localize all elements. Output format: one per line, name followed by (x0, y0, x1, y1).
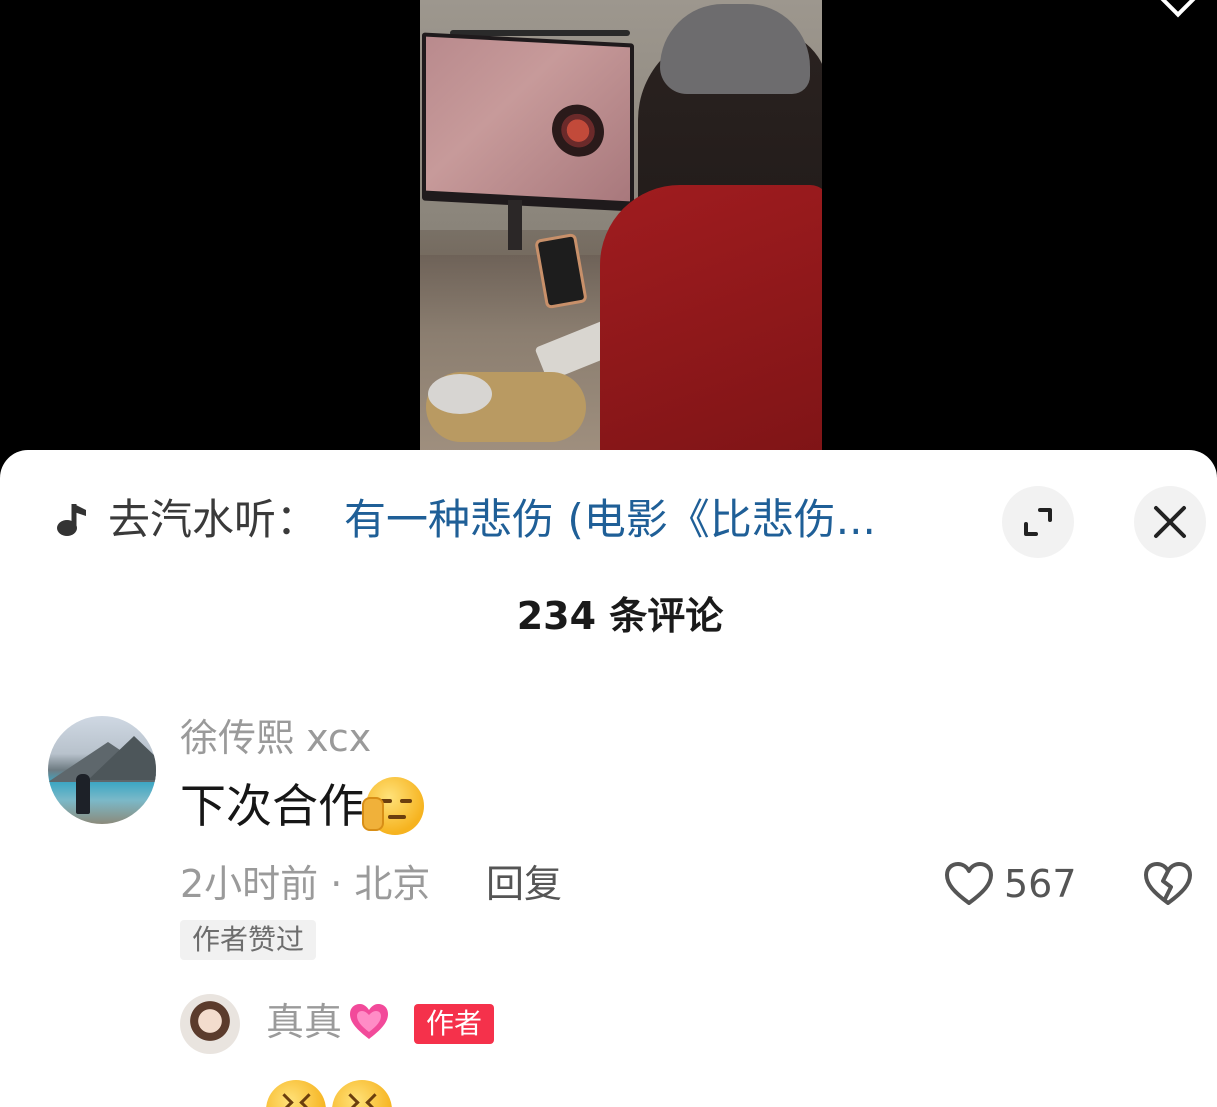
reply-emojis (266, 1080, 392, 1107)
laughing-emoji-icon (266, 1080, 326, 1107)
expand-icon (1024, 508, 1052, 536)
video-frame[interactable] (420, 0, 822, 452)
reply-username-row[interactable]: 真真 (266, 996, 390, 1048)
author-liked-tag: 作者赞过 (180, 920, 317, 960)
author-badge: 作者 (414, 1004, 495, 1044)
comment-text-content: 下次合作 (180, 779, 364, 833)
heart-icon (945, 862, 993, 905)
expand-button[interactable] (1002, 486, 1074, 558)
close-button[interactable] (1134, 486, 1206, 558)
comment-username[interactable]: 徐传熙 xcx (180, 712, 371, 764)
music-note-icon (57, 504, 86, 536)
reply-username: 真真 (266, 1000, 343, 1044)
video-mouse (428, 374, 492, 414)
video-monitor-stand (508, 200, 522, 250)
broken-heart-icon (1144, 862, 1192, 905)
comments-panel: 去汽水听： 有一种悲伤 (电影《比悲伤... 234 条评论 徐传熙 xcx 下… (0, 450, 1217, 1107)
collapse-chevron-icon[interactable] (1159, 0, 1197, 18)
like-count: 567 (1004, 862, 1077, 906)
close-icon (1154, 506, 1186, 538)
video-player[interactable] (0, 0, 1217, 460)
pink-heart-icon (350, 1004, 389, 1039)
music-prefix: 去汽水听： (108, 495, 319, 544)
music-link-row[interactable]: 去汽水听： 有一种悲伤 (电影《比悲伤... (0, 450, 1217, 590)
reply-avatar[interactable] (180, 994, 240, 1054)
video-person-shirt (600, 185, 822, 452)
comment-item: 徐传熙 xcx 下次合作 2小时前 · 北京 回复 567 作者赞过 真真 作者 (0, 712, 1217, 1107)
laughing-emoji-icon (332, 1080, 392, 1107)
video-monitor (422, 32, 634, 212)
comment-time-location: 2小时前 · 北京 (180, 862, 431, 906)
reply-button[interactable]: 回复 (486, 858, 562, 910)
dislike-button[interactable] (1140, 856, 1196, 912)
thinking-emoji-icon (362, 777, 424, 835)
comments-count: 234 条评论 (516, 594, 724, 638)
like-button[interactable]: 567 (944, 856, 1077, 912)
music-title-link[interactable]: 有一种悲伤 (电影《比悲伤... (344, 494, 924, 546)
comment-text: 下次合作 (180, 776, 424, 836)
reply-item: 真真 作者 (180, 994, 1180, 1107)
avatar[interactable] (48, 716, 156, 824)
